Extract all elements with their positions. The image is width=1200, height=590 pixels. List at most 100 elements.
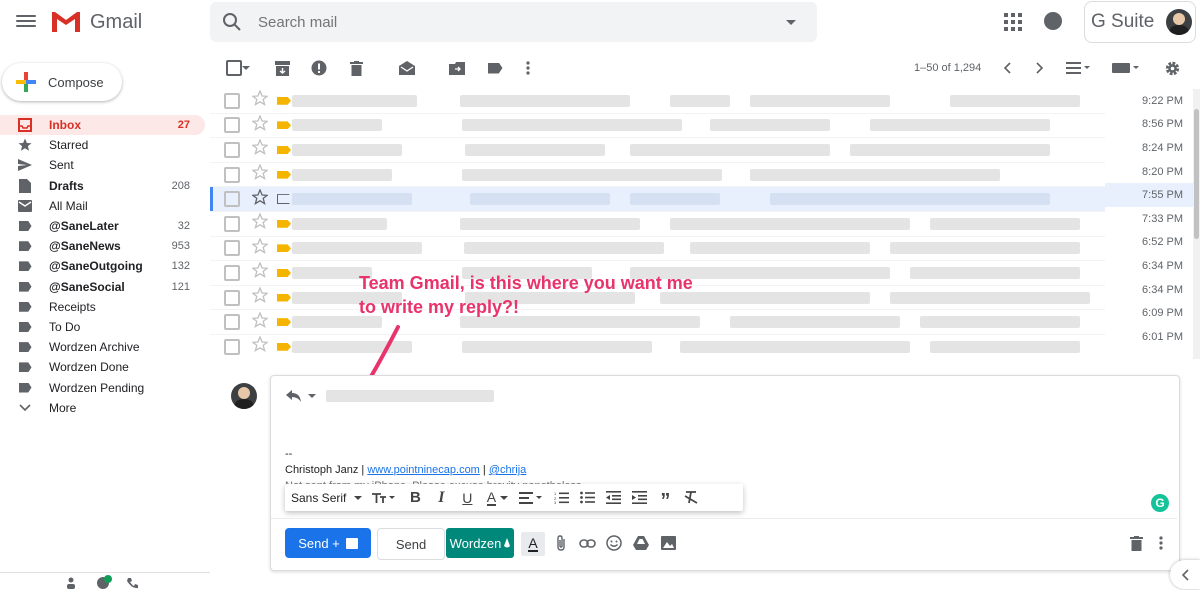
email-row[interactable] [210, 237, 1105, 262]
importance-marker-icon[interactable] [277, 194, 293, 205]
grammarly-icon[interactable]: G [1151, 494, 1169, 512]
email-checkbox[interactable] [224, 240, 240, 257]
importance-marker-icon[interactable] [277, 145, 291, 154]
hangouts-icon[interactable] [96, 575, 112, 589]
label-tag-icon[interactable] [483, 56, 507, 80]
sidebar-item-sanenews[interactable]: @SaneNews 953 [0, 236, 205, 256]
move-to-folder-icon[interactable] [445, 56, 469, 80]
align-icon[interactable] [514, 485, 548, 511]
insert-emoji-icon[interactable] [603, 532, 625, 554]
density-toggle-icon[interactable] [1063, 56, 1093, 80]
sidebar-item-wordzen-done[interactable]: Wordzen Done [0, 357, 205, 377]
email-checkbox[interactable] [224, 191, 240, 208]
archive-icon[interactable] [270, 56, 294, 80]
email-checkbox[interactable] [224, 314, 240, 331]
sidebar-item-wordzen-pending[interactable]: Wordzen Pending [0, 377, 205, 397]
star-outline-icon[interactable] [251, 310, 269, 333]
reply-icon[interactable] [286, 389, 302, 403]
email-list-scrollbar[interactable] [1193, 89, 1200, 359]
star-outline-icon[interactable] [251, 163, 269, 185]
email-checkbox[interactable] [224, 264, 240, 281]
numbered-list-icon[interactable]: 123 [548, 485, 574, 511]
sidebar-item-drafts[interactable]: Drafts 208 [0, 176, 205, 196]
settings-gear-icon[interactable] [1160, 56, 1184, 80]
quote-icon[interactable]: ” [652, 482, 678, 514]
importance-marker-icon[interactable] [277, 121, 291, 130]
email-row[interactable] [210, 138, 1105, 163]
chevron-right-icon[interactable] [1028, 56, 1052, 80]
search-icon[interactable] [222, 12, 242, 32]
star-outline-icon[interactable] [251, 138, 269, 160]
star-outline-icon[interactable] [251, 89, 269, 111]
indent-more-icon[interactable] [626, 485, 652, 511]
email-checkbox[interactable] [224, 92, 240, 109]
gmail-logo[interactable]: Gmail [50, 10, 142, 34]
star-outline-icon[interactable] [251, 335, 269, 357]
sidebar-item-sent[interactable]: Sent [0, 155, 205, 175]
report-spam-icon[interactable] [307, 56, 331, 80]
sidebar-item-wordzen-archive[interactable]: Wordzen Archive [0, 337, 205, 357]
account-avatar[interactable] [1166, 9, 1193, 35]
main-menu-icon[interactable] [16, 12, 36, 32]
compose-button[interactable]: Compose [2, 63, 122, 101]
send-button[interactable]: Send [377, 528, 445, 560]
importance-marker-icon[interactable] [277, 293, 291, 302]
sidebar-item-receipts[interactable]: Receipts [0, 297, 205, 317]
email-checkbox[interactable] [224, 338, 240, 355]
sidebar-item-starred[interactable]: Starred [0, 135, 205, 155]
email-row[interactable] [210, 212, 1105, 237]
gsuite-account-button[interactable]: G Suite [1084, 1, 1196, 43]
email-checkbox[interactable] [224, 117, 240, 134]
search-options-chevron-icon[interactable] [786, 19, 796, 25]
insert-photo-icon[interactable] [657, 532, 679, 554]
signature-website-link[interactable]: www.pointninecap.com [367, 464, 480, 476]
importance-marker-icon[interactable] [277, 342, 291, 351]
more-vertical-icon[interactable] [516, 56, 540, 80]
importance-marker-icon[interactable] [277, 318, 291, 327]
sidebar-item-all-mail[interactable]: All Mail [0, 196, 205, 216]
chevron-left-icon[interactable] [995, 56, 1019, 80]
formatting-options-icon[interactable]: A [521, 532, 545, 556]
email-checkbox[interactable] [224, 141, 240, 158]
importance-marker-icon[interactable] [277, 244, 291, 253]
bold-icon[interactable]: B [402, 485, 428, 511]
recipient-blurred[interactable] [326, 390, 494, 402]
reply-type-chevron-icon[interactable] [308, 394, 316, 398]
sidebar-item-more[interactable]: More [0, 398, 205, 418]
signature-twitter-link[interactable]: @chrija [489, 464, 526, 476]
importance-marker-icon[interactable] [277, 219, 291, 228]
indent-less-icon[interactable] [600, 485, 626, 511]
mark-as-read-icon[interactable] [395, 56, 419, 80]
star-outline-icon[interactable] [251, 286, 269, 308]
star-outline-icon[interactable] [251, 237, 269, 259]
insert-link-icon[interactable] [576, 532, 598, 554]
input-tools-keyboard-icon[interactable] [1110, 56, 1142, 80]
email-row[interactable] [210, 187, 1105, 212]
contacts-icon[interactable] [66, 577, 76, 589]
sidebar-item-saneoutgoing[interactable]: @SaneOutgoing 132 [0, 256, 205, 276]
star-outline-icon[interactable] [251, 212, 269, 234]
search-input[interactable] [256, 12, 780, 32]
importance-marker-icon[interactable] [277, 96, 291, 105]
email-row[interactable] [210, 163, 1105, 188]
send-plus-button[interactable]: Send + [285, 528, 371, 558]
search-bar[interactable] [210, 2, 817, 42]
attach-file-icon[interactable] [550, 532, 572, 554]
trash-icon[interactable] [344, 56, 368, 80]
notifications-icon[interactable] [1044, 12, 1062, 30]
remove-formatting-icon[interactable] [678, 485, 704, 511]
star-outline-icon[interactable] [251, 114, 269, 136]
more-options-icon[interactable] [1150, 532, 1172, 554]
sidebar-item-todo[interactable]: To Do [0, 317, 205, 337]
side-panel-toggle-chevron-icon[interactable] [1170, 560, 1200, 589]
sidebar-item-sanesocial[interactable]: @SaneSocial 121 [0, 277, 205, 297]
email-checkbox[interactable] [224, 215, 240, 232]
star-outline-icon[interactable] [251, 187, 269, 210]
email-checkbox[interactable] [224, 289, 240, 306]
select-dropdown-chevron-icon[interactable] [240, 56, 252, 80]
wordzen-button[interactable]: Wordzen [446, 528, 514, 558]
apps-grid-icon[interactable] [1004, 13, 1022, 31]
email-checkbox[interactable] [224, 166, 240, 183]
phone-icon[interactable] [126, 577, 138, 589]
star-outline-icon[interactable] [251, 261, 269, 283]
